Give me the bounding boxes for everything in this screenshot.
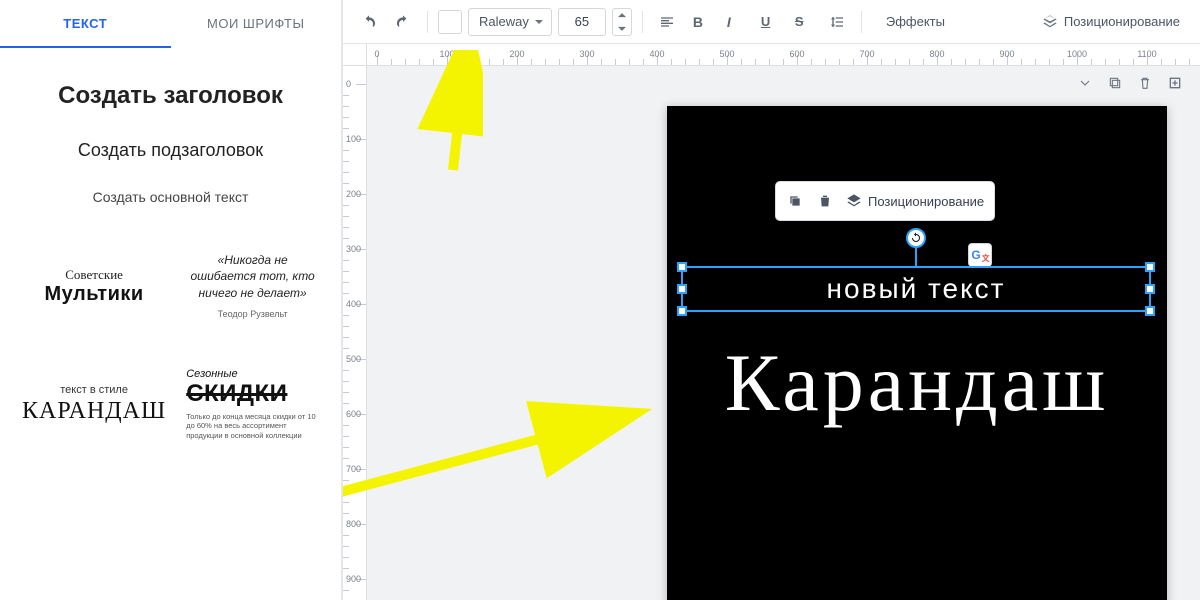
style-sovet-line1: Советские: [22, 267, 166, 283]
style-card-sovet[interactable]: Советские Мультики: [22, 241, 166, 331]
effects-label: Эффекты: [886, 14, 945, 29]
toolbar-sep-2: [642, 11, 643, 33]
translate-badge[interactable]: G文: [969, 244, 991, 266]
style-card-pencil[interactable]: текст в стиле КАРАНДАШ: [22, 359, 166, 449]
toolbar-sep-3: [861, 11, 862, 33]
chevron-down-icon: [618, 26, 626, 31]
preset-body[interactable]: Создать основной текст: [24, 189, 317, 205]
italic-icon: I: [727, 14, 743, 30]
chevron-up-icon: [618, 13, 626, 18]
trash-icon: [1137, 75, 1153, 91]
canvas-area[interactable]: Позиционирование G文 новый текст: [367, 66, 1200, 600]
positioning-label-top: Позиционирование: [1064, 14, 1180, 29]
effects-button[interactable]: Эффекты: [872, 7, 953, 37]
style-sale-line1: Сезонные: [186, 368, 319, 380]
style-sale-line2: СКИДКИ: [186, 380, 319, 408]
text-styles-grid: Советские Мультики «Никогда не ошибается…: [0, 241, 341, 449]
style-card-sale[interactable]: Сезонные СКИДКИ Только до конца месяца с…: [186, 359, 319, 449]
tab-text[interactable]: ТЕКСТ: [0, 0, 171, 48]
style-quote-attr: Теодор Рузвельт: [186, 308, 319, 321]
duplicate-icon: [787, 193, 803, 209]
ctx-duplicate-button[interactable]: [786, 192, 804, 210]
font-size-up[interactable]: [613, 9, 631, 22]
plus-square-icon: [1167, 75, 1183, 91]
text-color-swatch[interactable]: [438, 10, 462, 34]
workspace: 010020030040050060070080090010001100 010…: [343, 44, 1200, 600]
tab-my-fonts[interactable]: МОИ ШРИФТЫ: [171, 0, 342, 48]
ctx-positioning-button[interactable]: Позиционирование: [846, 193, 984, 209]
preset-subheading[interactable]: Создать подзаголовок: [24, 140, 317, 161]
canvas-collapse-button[interactable]: [1074, 72, 1096, 94]
translate-badge-letter: G: [971, 248, 980, 262]
bold-button[interactable]: B: [687, 8, 715, 36]
font-family-select[interactable]: Raleway: [468, 8, 552, 36]
underline-icon: U: [761, 14, 777, 30]
sidebar-tabs: ТЕКСТ МОИ ШРИФТЫ: [0, 0, 341, 48]
font-size-input[interactable]: [558, 8, 606, 36]
rotate-icon: [910, 232, 922, 244]
redo-button[interactable]: [389, 8, 417, 36]
duplicate-icon: [1107, 75, 1123, 91]
strikethrough-icon: S: [795, 14, 811, 30]
line-height-button[interactable]: [823, 8, 851, 36]
style-sale-line3: Только до конца месяца скидки от 10 до 6…: [186, 412, 319, 440]
align-left-icon: [659, 14, 675, 30]
resize-handle-nw[interactable]: [677, 262, 687, 272]
line-height-icon: [829, 14, 845, 30]
artboard[interactable]: Позиционирование G文 новый текст: [667, 106, 1167, 600]
translate-badge-sub: 文: [982, 253, 990, 264]
large-pencil-text[interactable]: Карандаш: [667, 336, 1167, 430]
sidebar: ТЕКСТ МОИ ШРИФТЫ Создать заголовок Созда…: [0, 0, 343, 600]
style-card-quote[interactable]: «Никогда не ошибается тот, кто ничего не…: [186, 241, 319, 331]
canvas-duplicate-button[interactable]: [1104, 72, 1126, 94]
rotate-handle[interactable]: [906, 228, 926, 248]
font-size-down[interactable]: [613, 22, 631, 35]
ruler-vertical: 01002003004005006007008009001000: [343, 66, 367, 600]
bold-icon: B: [693, 14, 709, 30]
ctx-positioning-label: Позиционирование: [868, 194, 984, 209]
ctx-delete-button[interactable]: [816, 192, 834, 210]
editor: Raleway B I U S Эффекты: [343, 0, 1200, 600]
ruler-horizontal: 010020030040050060070080090010001100: [367, 44, 1200, 66]
resize-handle-e[interactable]: [1145, 284, 1155, 294]
style-quote-text: «Никогда не ошибается тот, кто ничего не…: [186, 252, 319, 302]
align-button[interactable]: [653, 8, 681, 36]
layers-icon: [1042, 14, 1058, 30]
selected-text-element[interactable]: новый текст: [681, 266, 1151, 312]
positioning-button-top[interactable]: Позиционирование: [1034, 7, 1188, 37]
context-toolbar: Позиционирование: [775, 181, 995, 221]
layers-icon: [846, 193, 862, 209]
redo-icon: [395, 14, 411, 30]
resize-handle-w[interactable]: [677, 284, 687, 294]
style-sovet-line2: Мультики: [22, 283, 166, 306]
strike-button[interactable]: S: [789, 8, 817, 36]
resize-handle-ne[interactable]: [1145, 262, 1155, 272]
font-size-stepper: [612, 8, 632, 36]
chevron-down-icon: [1077, 75, 1093, 91]
ruler-corner: [343, 44, 367, 66]
resize-handle-se[interactable]: [1145, 306, 1155, 316]
text-presets: Создать заголовок Создать подзаголовок С…: [0, 48, 341, 241]
undo-icon: [361, 14, 377, 30]
underline-button[interactable]: U: [755, 8, 783, 36]
canvas-delete-button[interactable]: [1134, 72, 1156, 94]
toolbar-sep-1: [427, 11, 428, 33]
resize-handle-sw[interactable]: [677, 306, 687, 316]
preset-heading[interactable]: Создать заголовок: [24, 82, 317, 110]
trash-icon: [817, 193, 833, 209]
style-pencil-line2: КАРАНДАШ: [22, 398, 166, 425]
top-toolbar: Raleway B I U S Эффекты: [343, 0, 1200, 44]
undo-button[interactable]: [355, 8, 383, 36]
italic-button[interactable]: I: [721, 8, 749, 36]
canvas-add-button[interactable]: [1164, 72, 1186, 94]
font-family-value: Raleway: [479, 14, 529, 29]
canvas-actions: [1074, 72, 1186, 94]
selected-text-value[interactable]: новый текст: [683, 268, 1149, 310]
style-pencil-line1: текст в стиле: [22, 384, 166, 396]
